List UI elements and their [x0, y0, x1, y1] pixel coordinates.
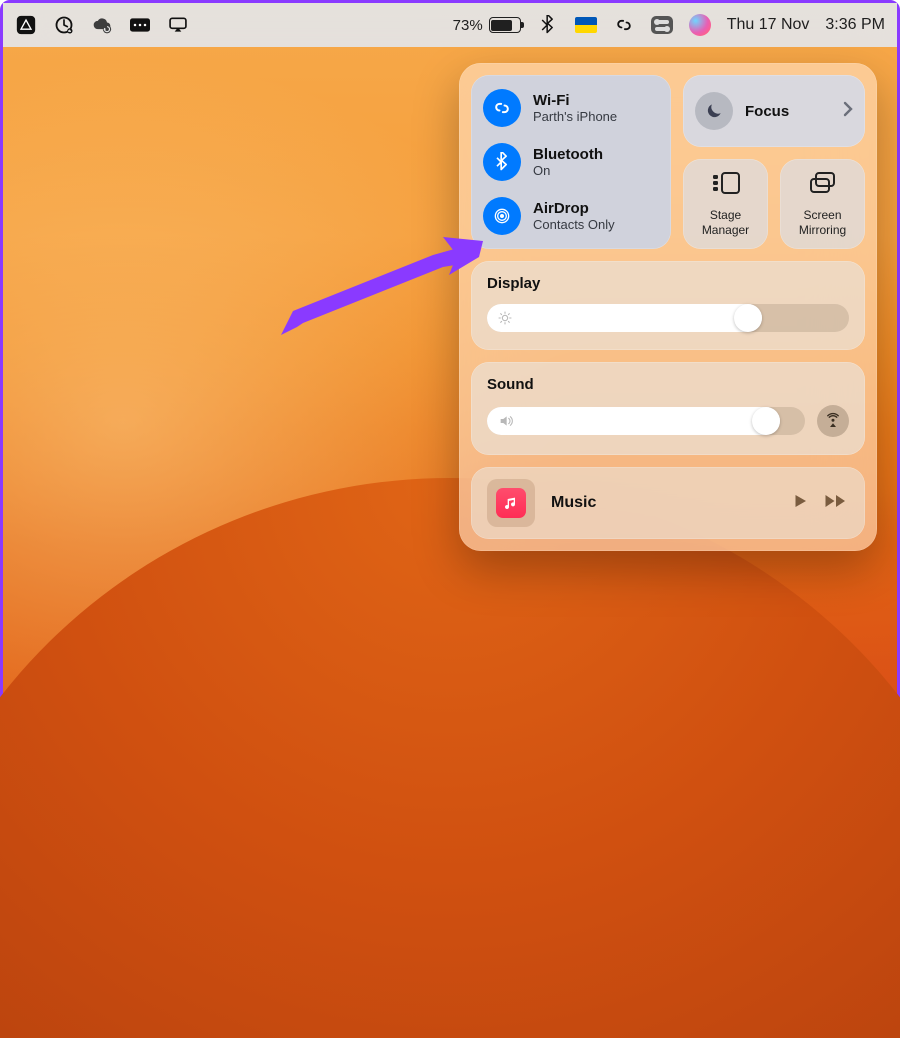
- chevron-right-icon: [843, 101, 853, 122]
- speaker-icon: [497, 413, 515, 429]
- control-center-panel: Wi-Fi Parth's iPhone Bluetooth On: [459, 63, 877, 551]
- airdrop-subtitle: Contacts Only: [533, 217, 615, 232]
- brightness-slider[interactable]: [487, 304, 849, 332]
- wifi-row[interactable]: Wi-Fi Parth's iPhone: [483, 89, 659, 127]
- bluetooth-row[interactable]: Bluetooth On: [483, 143, 659, 181]
- link-icon: [483, 89, 521, 127]
- connectivity-tile: Wi-Fi Parth's iPhone Bluetooth On: [471, 75, 671, 249]
- focus-tile[interactable]: Focus: [683, 75, 865, 147]
- stage-manager-tile[interactable]: StageManager: [683, 159, 768, 249]
- music-tile[interactable]: Music: [471, 467, 865, 539]
- focus-label: Focus: [745, 103, 789, 120]
- personal-hotspot-icon[interactable]: [613, 14, 635, 36]
- triangle-app-icon[interactable]: [15, 14, 37, 36]
- sun-icon: [497, 310, 513, 326]
- siri-icon[interactable]: [689, 14, 711, 36]
- airplay-audio-icon[interactable]: [817, 405, 849, 437]
- screen-mirroring-tile[interactable]: ScreenMirroring: [780, 159, 865, 249]
- menubar: 73% Thu 17 Nov 3:36 PM: [3, 3, 897, 47]
- control-center-icon[interactable]: [651, 14, 673, 36]
- stage-manager-icon: [711, 171, 741, 200]
- sound-label: Sound: [487, 376, 849, 393]
- input-menu-icon[interactable]: [129, 14, 151, 36]
- music-label: Music: [551, 494, 596, 512]
- airdrop-icon: [483, 197, 521, 235]
- airdrop-title: AirDrop: [533, 200, 615, 217]
- activity-monitor-icon[interactable]: [53, 14, 75, 36]
- menubar-time[interactable]: 3:36 PM: [825, 16, 885, 34]
- battery-status[interactable]: 73%: [453, 17, 521, 34]
- stage-manager-label: StageManager: [702, 208, 749, 237]
- play-icon[interactable]: [791, 492, 809, 515]
- wifi-title: Wi-Fi: [533, 92, 617, 109]
- music-artwork: [487, 479, 535, 527]
- music-note-icon: [496, 488, 526, 518]
- volume-slider[interactable]: [487, 407, 805, 435]
- menubar-date[interactable]: Thu 17 Nov: [727, 16, 810, 34]
- sound-tile: Sound: [471, 362, 865, 455]
- bluetooth-title: Bluetooth: [533, 146, 603, 163]
- bluetooth-menubar-icon[interactable]: [537, 14, 559, 36]
- battery-icon: [489, 17, 521, 33]
- flag-icon[interactable]: [575, 14, 597, 36]
- screens-icon: [808, 171, 838, 200]
- bluetooth-icon: [483, 143, 521, 181]
- airdrop-row[interactable]: AirDrop Contacts Only: [483, 197, 659, 235]
- wifi-subtitle: Parth's iPhone: [533, 109, 617, 124]
- forward-icon[interactable]: [823, 492, 849, 515]
- battery-pct: 73%: [453, 17, 483, 34]
- bluetooth-subtitle: On: [533, 163, 603, 178]
- display-label: Display: [487, 275, 849, 292]
- display-tile: Display: [471, 261, 865, 350]
- moon-icon: [695, 92, 733, 130]
- screen-mirroring-label: ScreenMirroring: [799, 208, 846, 237]
- airplay-icon[interactable]: [167, 14, 189, 36]
- cloud-sync-icon[interactable]: [91, 14, 113, 36]
- desktop-wallpaper: 73% Thu 17 Nov 3:36 PM: [3, 3, 897, 778]
